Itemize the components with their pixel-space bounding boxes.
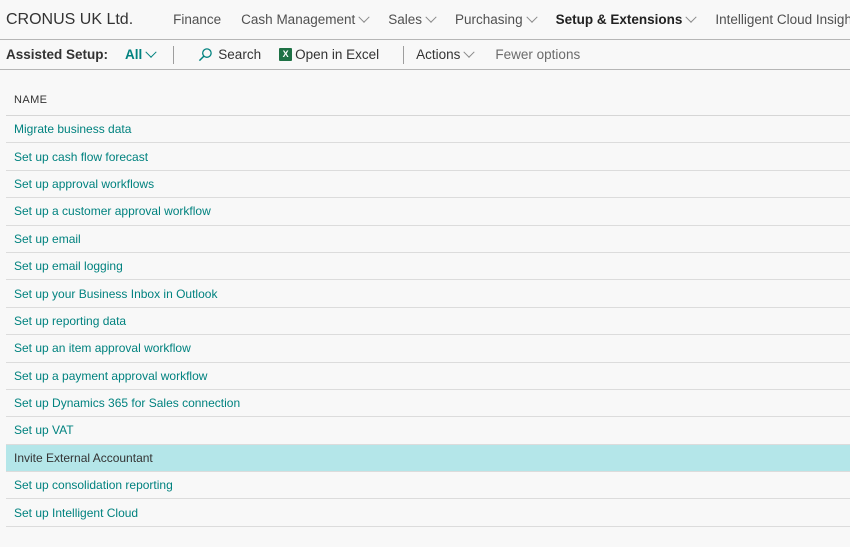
open-in-excel-button[interactable]: X Open in Excel [279, 47, 379, 62]
list-item[interactable]: Set up cash flow forecast [6, 143, 850, 171]
company-name[interactable]: CRONUS UK Ltd. [0, 11, 155, 29]
open-in-excel-label: Open in Excel [295, 47, 380, 62]
nav-item-sales[interactable]: Sales [388, 11, 437, 27]
nav-item-label: Finance [173, 12, 222, 27]
list-item[interactable]: Set up email logging [6, 253, 850, 281]
column-header-name[interactable]: NAME [6, 70, 850, 116]
list-item[interactable]: Set up a customer approval workflow [6, 198, 850, 226]
list-item[interactable]: Set up reporting data [6, 308, 850, 336]
view-filter-label: All [125, 47, 143, 62]
chevron-down-icon [358, 11, 370, 23]
action-divider [173, 45, 175, 64]
fewer-options-label: Fewer options [495, 47, 581, 62]
search-label: Search [218, 47, 262, 62]
list-item[interactable]: Set up approval workflows [6, 171, 850, 199]
chevron-down-icon [425, 11, 437, 23]
list-item[interactable]: Set up Dynamics 365 for Sales connection [6, 390, 850, 418]
list-item[interactable]: Migrate business data [6, 116, 850, 144]
nav-item-label: Setup & Extensions [555, 12, 683, 27]
list-item[interactable]: Set up consolidation reporting [6, 472, 850, 500]
chevron-down-icon [525, 11, 538, 23]
list-item[interactable]: Set up VAT [6, 417, 850, 445]
assisted-setup-list: NAME Migrate business data Set up cash fl… [6, 70, 850, 527]
view-filter-dropdown[interactable]: All [125, 46, 157, 62]
actions-label: Actions [416, 47, 461, 62]
search-icon [199, 48, 213, 62]
nav-item-setup-extensions[interactable]: Setup & Extensions [555, 11, 698, 27]
nav-item-purchasing[interactable]: Purchasing [455, 11, 538, 27]
top-navigation: CRONUS UK Ltd. Finance Cash Management Sal… [0, 0, 850, 40]
list-rows: Migrate business data Set up cash flow fo… [6, 116, 850, 527]
nav-item-cash-management[interactable]: Cash Management [241, 11, 370, 27]
list-item[interactable]: Invite External Accountant [6, 444, 850, 473]
chevron-down-icon [463, 46, 476, 58]
nav-item-label: Intelligent Cloud Insights [715, 12, 850, 27]
excel-icon: X [279, 48, 293, 61]
list-item[interactable]: Set up Intelligent Cloud [6, 499, 850, 527]
nav-item-label: Purchasing [455, 12, 523, 27]
nav-item-finance[interactable]: Finance [173, 12, 221, 27]
chevron-down-icon [685, 11, 698, 23]
fewer-options-button[interactable]: Fewer options [495, 47, 580, 62]
action-bar: Assisted Setup: All Search X Open in Exc… [0, 40, 850, 70]
nav-item-label: Sales [388, 12, 423, 27]
list-item[interactable]: Set up an item approval workflow [6, 335, 850, 363]
nav-menu: Finance Cash Management Sales Purchasing Set… [173, 11, 850, 27]
list-item[interactable]: Set up a payment approval workflow [6, 363, 850, 390]
search-button[interactable]: Search [198, 47, 261, 62]
action-divider [403, 45, 405, 64]
list-item[interactable]: Set up your Business Inbox in Outlook [6, 280, 850, 308]
chevron-down-icon [145, 46, 157, 58]
list-item[interactable]: Set up email [6, 226, 850, 253]
nav-item-label: Cash Management [241, 12, 356, 27]
nav-item-intelligent-cloud-insights[interactable]: Intelligent Cloud Insights [715, 12, 850, 27]
actions-menu-button[interactable]: Actions [416, 46, 476, 62]
page-caption: Assisted Setup: [6, 47, 109, 62]
